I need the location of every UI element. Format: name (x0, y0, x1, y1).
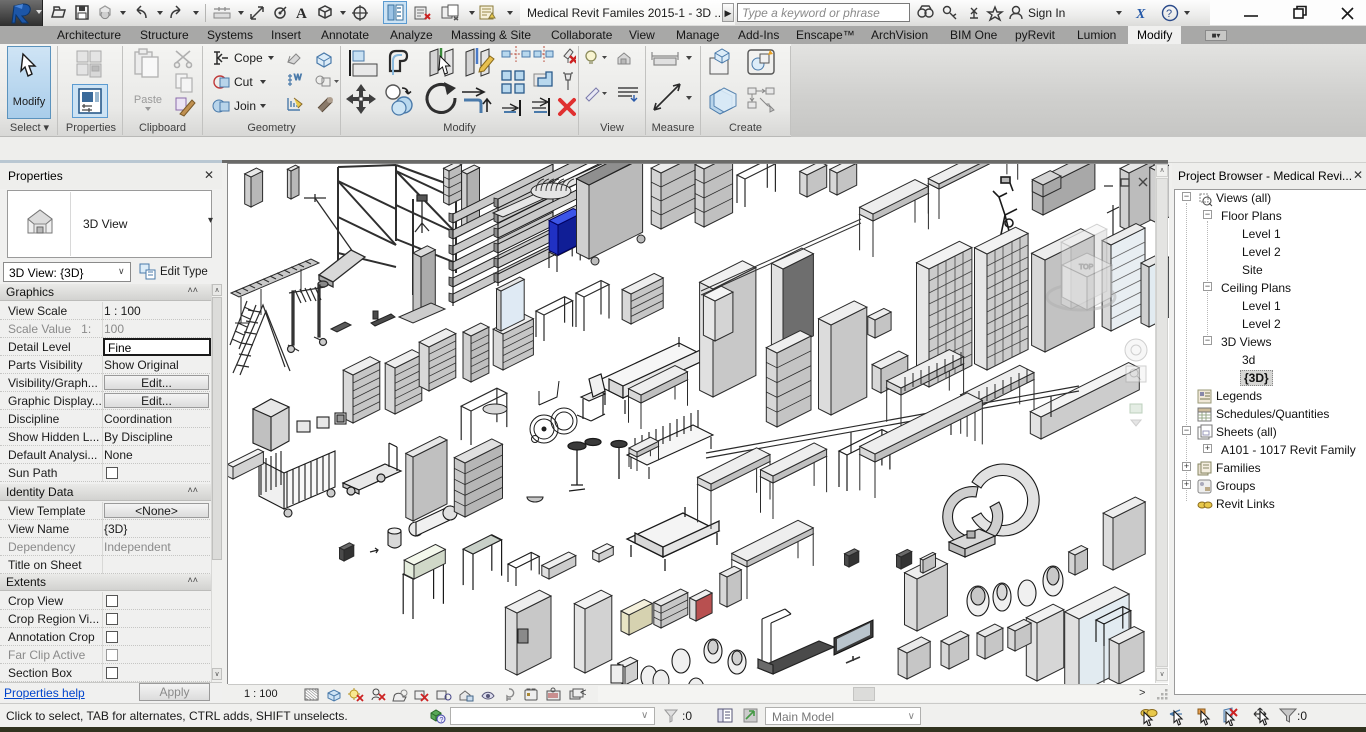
svg-text:Cut: Cut (234, 75, 253, 89)
svg-text:TOP: TOP (1079, 264, 1094, 271)
svg-text:Cope: Cope (234, 51, 263, 65)
svg-text:W: W (294, 73, 302, 82)
svg-text:?: ? (440, 717, 444, 724)
svg-text:Sign In: Sign In (1028, 6, 1065, 20)
svg-text:X: X (1135, 7, 1146, 22)
svg-text:Join: Join (234, 99, 256, 113)
svg-text:A: A (296, 6, 307, 22)
svg-text:?: ? (1166, 8, 1172, 20)
